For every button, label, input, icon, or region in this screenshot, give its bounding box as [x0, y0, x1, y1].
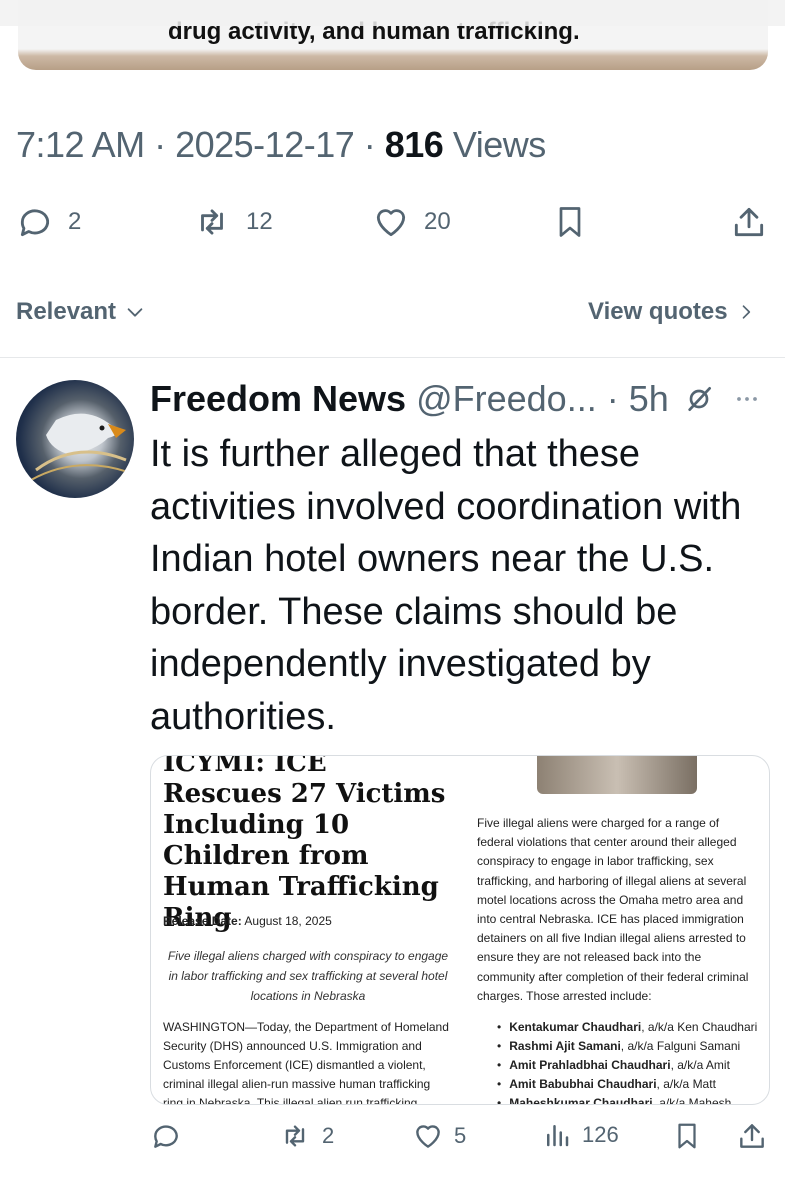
tweet-date[interactable]: 2025-12-17 [175, 124, 355, 165]
article-paragraph: WASHINGTON—Today, the Department of Home… [163, 1020, 449, 1105]
like-count: 5 [454, 1123, 467, 1148]
heart-icon [416, 1125, 440, 1148]
reply-button[interactable]: 2 [16, 203, 81, 241]
article-headline: ICYMI: ICE Rescues 27 Victims Including … [163, 755, 446, 933]
release-label: Release Date: [163, 914, 242, 928]
reply-button[interactable] [150, 1120, 192, 1152]
views-button[interactable]: 126 [542, 1120, 619, 1150]
bookmark-icon [559, 207, 581, 237]
heart-icon [376, 209, 406, 237]
reply-actions: 2 5 126 [0, 1120, 785, 1164]
bookmark-button[interactable] [552, 203, 588, 241]
author-handle[interactable]: @Freedo... [416, 378, 597, 420]
list-item: Amit Babubhai Chaudhari, a/k/a Matt [477, 1075, 762, 1094]
bookmark-button[interactable] [672, 1120, 702, 1152]
bookmark-icon [678, 1123, 696, 1149]
reply-text: It is further alleged that these activit… [150, 433, 742, 738]
list-item: Maheshkumar Chaudhari, a/k/a Mahesh [477, 1094, 762, 1104]
list-item: Amit Prahladbhai Chaudhari, a/k/a Amit [477, 1056, 762, 1075]
arrested-list: Kentakumar Chaudhari, a/k/a Ken Chaudhar… [477, 1018, 762, 1104]
relevance-sort-dropdown[interactable]: Relevant [16, 298, 146, 326]
views-count: 816 [384, 124, 444, 165]
view-quotes-label: View quotes [588, 298, 728, 325]
like-button[interactable]: 20 [372, 203, 451, 241]
sort-label: Relevant [16, 298, 117, 325]
press-release-image[interactable]: ICYMI: ICE Rescues 27 Victims Including … [150, 755, 770, 1105]
view-quotes-link[interactable]: View quotes [588, 298, 756, 326]
release-date-value: August 18, 2025 [244, 914, 332, 928]
grok-icon[interactable] [683, 383, 715, 415]
repost-count: 2 [322, 1123, 335, 1148]
share-button[interactable] [730, 203, 768, 241]
chevron-right-icon [742, 305, 750, 319]
repost-icon [285, 1125, 305, 1147]
eagle-logo [30, 413, 129, 481]
views-label: Views [452, 124, 546, 165]
chevron-down-icon [127, 308, 143, 317]
divider [0, 357, 785, 358]
separator-dot: · [606, 378, 619, 419]
author-name[interactable]: Freedom News [150, 378, 406, 420]
reply-time[interactable]: 5h [629, 378, 669, 420]
repost-count: 12 [246, 208, 273, 235]
article-photo [537, 756, 697, 794]
like-count: 20 [424, 208, 451, 235]
reply-header: Freedom News @Freedo... · 5h [150, 378, 763, 420]
analytics-icon [547, 1125, 569, 1147]
repost-button[interactable]: 2 [278, 1120, 334, 1152]
avatar[interactable] [16, 380, 134, 498]
reply-icon [20, 209, 50, 237]
reply-icon [154, 1125, 178, 1148]
like-button[interactable]: 5 [412, 1120, 466, 1152]
list-item: Rashmi Ajit Samani, a/k/a Falguni Samani [477, 1037, 762, 1056]
tweet-time[interactable]: 7:12 AM [16, 124, 145, 165]
repost-button[interactable]: 12 [192, 203, 273, 241]
view-count: 126 [582, 1122, 619, 1147]
share-icon [740, 1124, 764, 1148]
share-button[interactable] [736, 1120, 768, 1152]
release-date: Release Date: August 18, 2025 [163, 914, 332, 928]
repost-icon [201, 209, 223, 235]
share-icon [734, 207, 764, 237]
status-overlay [0, 0, 785, 26]
article-subhead: Five illegal aliens charged with conspir… [167, 949, 449, 1003]
reply-count: 2 [68, 208, 82, 235]
more-options-icon[interactable] [731, 383, 763, 415]
list-item: Kentakumar Chaudhari, a/k/a Ken Chaudhar… [477, 1018, 762, 1037]
tweet-meta: 7:12 AM · 2025-12-17 · 816 Views [16, 124, 546, 165]
article-paragraph: Five illegal aliens were charged for a r… [477, 816, 749, 1003]
